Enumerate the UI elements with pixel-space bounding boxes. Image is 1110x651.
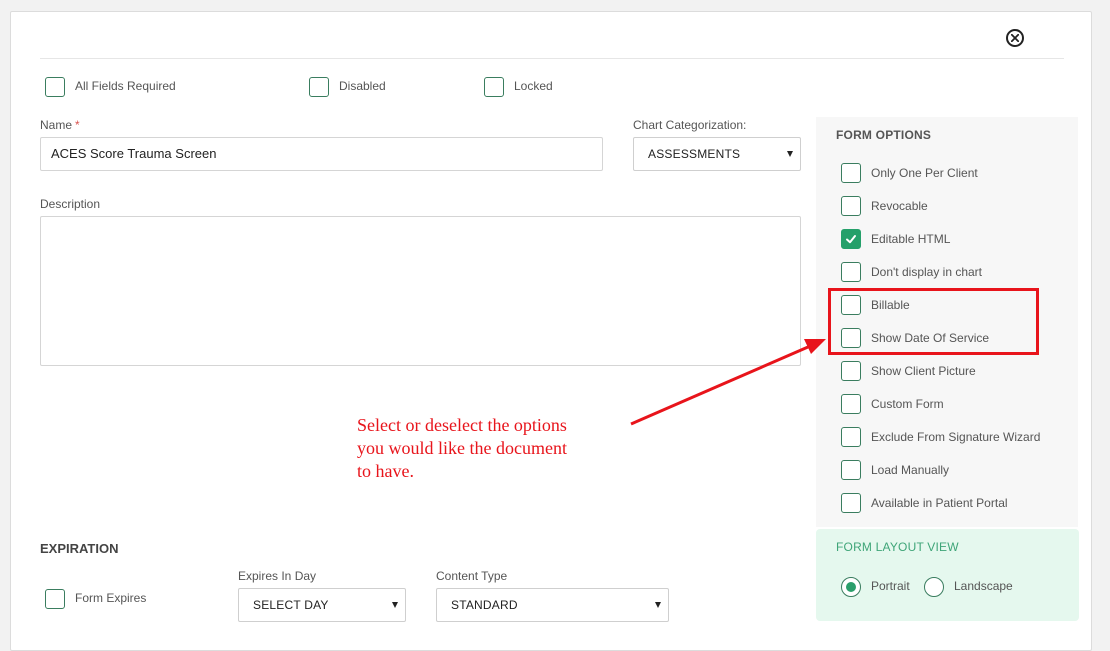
editable-html-label: Editable HTML [871,232,951,246]
portrait-radio[interactable] [841,577,861,597]
chart-categorization-label: Chart Categorization: [633,118,747,132]
form-layout-title: FORM LAYOUT VIEW [836,540,959,554]
name-label: Name * [40,118,80,132]
annotation-line-1: Select or deselect the options [357,415,567,435]
available-in-patient-portal-label: Available in Patient Portal [871,496,1008,510]
show-client-picture-label: Show Client Picture [871,364,976,378]
all-fields-required-checkbox[interactable] [45,77,65,97]
chevron-down-icon [655,602,661,608]
exclude-from-signature-wizard-label: Exclude From Signature Wizard [871,430,1041,444]
editable-html-checkbox[interactable] [841,229,861,249]
annotation-highlight-box [828,288,1039,355]
disabled-checkbox[interactable] [309,77,329,97]
annotation-text: Select or deselect the options you would… [357,414,617,483]
expiration-title: EXPIRATION [40,541,119,556]
locked-label: Locked [514,79,553,93]
expires-in-day-select[interactable]: SELECT DAY [238,588,406,622]
checkmark-icon [846,235,856,244]
annotation-line-3: to have. [357,461,414,481]
form-expires-label: Form Expires [75,591,147,605]
all-fields-required-label: All Fields Required [75,79,176,93]
content-type-value: STANDARD [451,598,518,612]
content-type-select[interactable]: STANDARD [436,588,669,622]
load-manually-checkbox[interactable] [841,460,861,480]
custom-form-label: Custom Form [871,397,944,411]
form-options-title: FORM OPTIONS [836,128,932,142]
exclude-from-signature-wizard-checkbox[interactable] [841,427,861,447]
chevron-down-icon [787,151,793,157]
description-label: Description [40,197,101,211]
portrait-label: Portrait [871,579,910,593]
form-expires-checkbox[interactable] [45,589,65,609]
show-client-picture-checkbox[interactable] [841,361,861,381]
dont-display-in-chart-label: Don't display in chart [871,265,983,279]
expires-in-day-label: Expires In Day [238,569,317,583]
locked-checkbox[interactable] [484,77,504,97]
chevron-down-icon [392,602,398,608]
only-one-per-client-label: Only One Per Client [871,166,978,180]
revocable-label: Revocable [871,199,928,213]
name-label-text: Name [40,118,73,132]
custom-form-checkbox[interactable] [841,394,861,414]
chart-categorization-value: ASSESSMENTS [648,147,741,161]
close-button[interactable] [1006,29,1024,47]
annotation-line-2: you would like the document [357,438,567,458]
expires-in-day-value: SELECT DAY [253,598,329,612]
landscape-radio[interactable] [924,577,944,597]
only-one-per-client-checkbox[interactable] [841,163,861,183]
header-divider [40,58,1064,59]
available-in-patient-portal-checkbox[interactable] [841,493,861,513]
chart-categorization-select[interactable]: ASSESSMENTS [633,137,801,171]
load-manually-label: Load Manually [871,463,950,477]
landscape-label: Landscape [954,579,1013,593]
close-icon [1011,34,1019,42]
radio-selected-dot [846,582,856,592]
revocable-checkbox[interactable] [841,196,861,216]
description-textarea[interactable] [40,216,801,366]
content-type-label: Content Type [436,569,508,583]
dont-display-in-chart-checkbox[interactable] [841,262,861,282]
disabled-label: Disabled [339,79,386,93]
required-marker: * [75,118,80,132]
name-input[interactable]: ACES Score Trauma Screen [40,137,603,171]
